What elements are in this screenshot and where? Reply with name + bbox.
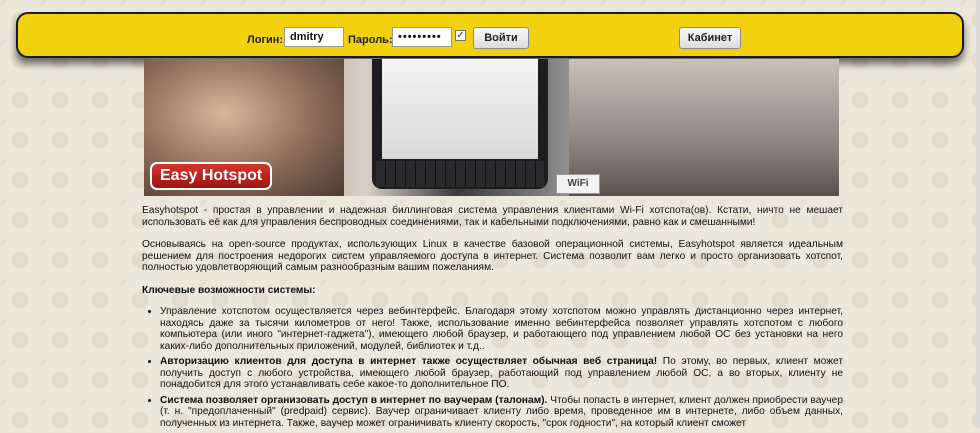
login-input[interactable] [284,27,344,47]
password-label: Пароль: [348,34,393,46]
features-list: Управление хотспотом осуществляется чере… [142,306,843,429]
feature-item: Система позволяет организовать доступ в … [160,395,843,430]
hero-banner: WiFi Easy Hotspot [144,59,839,196]
second-paragraph: Основываясь на open-source продуктах, ис… [142,239,843,273]
login-bar: Логин: Пароль: ✓ Войти Кабинет [16,12,964,58]
main-content: Easyhotspot - простая в управлении и над… [142,205,843,433]
remember-checkbox[interactable]: ✓ [455,30,466,41]
login-submit-button[interactable]: Войти [473,27,529,49]
easy-hotspot-logo: Easy Hotspot [150,162,273,190]
cabinet-button[interactable]: Кабинет [679,27,741,49]
laptop-keyboard [376,161,544,187]
features-heading: Ключевые возможности системы: [142,284,316,296]
feature-item: Управление хотспотом осуществляется чере… [160,306,843,352]
laptop-screen [382,59,538,159]
intro-paragraph: Easyhotspot - простая в управлении и над… [142,205,843,228]
wifi-sticker: WiFi [556,174,600,194]
page-scrollbar[interactable] [976,0,980,425]
password-input[interactable] [392,27,452,47]
login-label: Логин: [247,34,284,46]
banner-photo-right [569,59,839,196]
feature-item: Авторизацию клиентов для доступа в интер… [160,356,843,391]
